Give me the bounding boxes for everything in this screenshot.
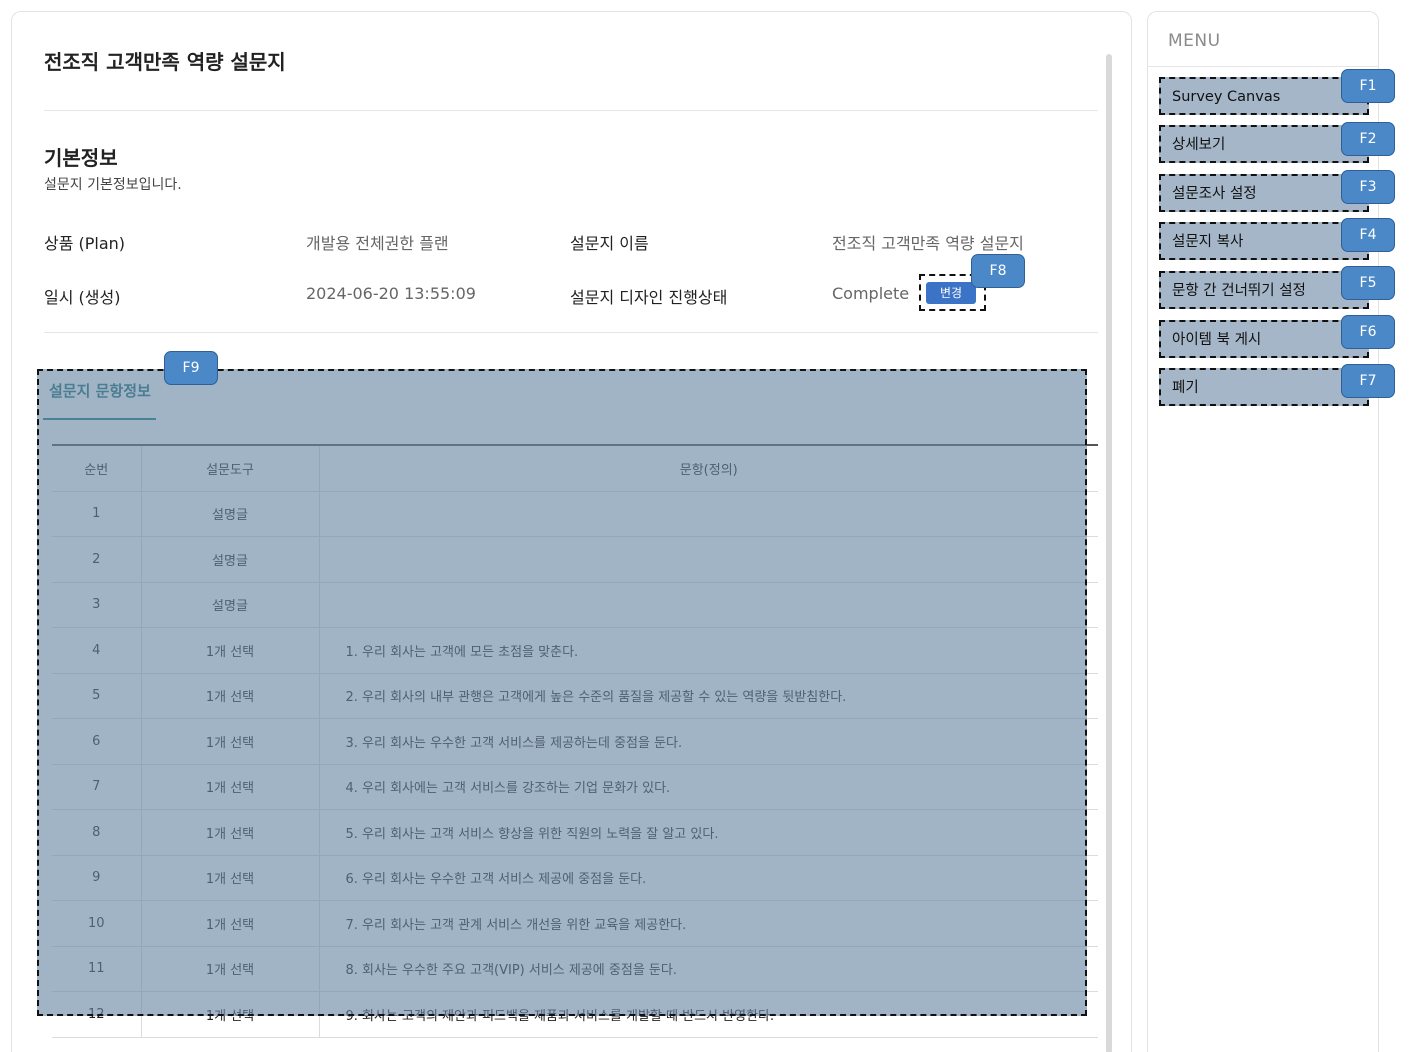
cell-no: 10 [52, 900, 142, 947]
design-status-value: Complete [832, 284, 910, 303]
cell-question: 9. 회사는 고객의 제안과 피드백을 제품과 서비스를 개발할 때 반드시 반… [319, 991, 1098, 1038]
cell-question: 5. 우리 회사는 고객 서비스 향상을 위한 직원의 노력을 잘 알고 있다. [319, 809, 1098, 856]
shortcut-badge-f9: F9 [164, 351, 218, 385]
cell-question [319, 491, 1098, 537]
table-row[interactable]: 9 1개 선택 6. 우리 회사는 우수한 고객 서비스 제공에 중점을 둔다. [52, 855, 1098, 901]
cell-question: 6. 우리 회사는 우수한 고객 서비스 제공에 중점을 둔다. [319, 855, 1098, 901]
table-row[interactable]: 7 1개 선택 4. 우리 회사에는 고객 서비스를 강조하는 기업 문화가 있다. [52, 764, 1098, 810]
survey-detail-panel: 전조직 고객만족 역량 설문지 기본정보 설문지 기본정보입니다. 상품 (Pl… [11, 11, 1132, 1052]
cell-question: 2. 우리 회사의 내부 관행은 고객에게 높은 수준의 품질을 제공할 수 있… [319, 673, 1098, 719]
table-row[interactable]: 4 1개 선택 1. 우리 회사는 고객에 모든 초점을 맞춘다. [52, 627, 1098, 674]
section-title: 기본정보 [44, 146, 118, 170]
shortcut-badge-f5: F5 [1341, 266, 1395, 300]
cell-question: 8. 회사는 우수한 주요 고객(VIP) 서비스 제공에 중점을 둔다. [319, 946, 1098, 992]
menu-item-skip-logic[interactable]: 문항 간 건너뛰기 설정 [1159, 271, 1369, 309]
table-row[interactable]: 11 1개 선택 8. 회사는 우수한 주요 고객(VIP) 서비스 제공에 중점을… [52, 946, 1098, 992]
shortcut-badge-f3: F3 [1341, 170, 1395, 204]
cell-tool: 설명글 [141, 491, 320, 537]
table-row[interactable]: 1 설명글 [52, 491, 1098, 537]
column-header-tool: 설문도구 [141, 444, 320, 492]
cell-no: 5 [52, 673, 142, 719]
created-date-label: 일시 (생성) [44, 288, 121, 307]
cell-no: 8 [52, 809, 142, 856]
column-header-no: 순번 [52, 444, 142, 492]
menu-item-discard[interactable]: 폐기 [1159, 368, 1369, 406]
menu-title: MENU [1168, 31, 1221, 51]
table-row[interactable]: 5 1개 선택 2. 우리 회사의 내부 관행은 고객에게 높은 수준의 품질을 제… [52, 673, 1098, 719]
section-subtitle: 설문지 기본정보입니다. [44, 177, 182, 193]
menu-item-publish-itembook[interactable]: 아이템 북 게시 [1159, 320, 1369, 358]
cell-no: 12 [52, 991, 142, 1038]
shortcut-badge-f2: F2 [1341, 122, 1395, 156]
table-row[interactable]: 12 1개 선택 9. 회사는 고객의 제안과 피드백을 제품과 서비스를 개발할 … [52, 991, 1098, 1038]
cell-no: 4 [52, 627, 142, 674]
menu-item-survey-settings[interactable]: 설문조사 설정 [1159, 174, 1369, 212]
survey-name-label: 설문지 이름 [570, 234, 649, 253]
created-date-value: 2024-06-20 13:55:09 [306, 284, 476, 303]
cell-question: 4. 우리 회사에는 고객 서비스를 강조하는 기업 문화가 있다. [319, 764, 1098, 810]
column-header-question: 문항(정의) [319, 444, 1098, 492]
table-row[interactable]: 3 설명글 [52, 582, 1098, 628]
shortcut-badge-f4: F4 [1341, 218, 1395, 252]
divider [44, 110, 1098, 111]
cell-no: 3 [52, 582, 142, 628]
cell-no: 1 [52, 491, 142, 537]
divider [1148, 66, 1378, 67]
cell-tool: 1개 선택 [141, 946, 320, 992]
table-row[interactable]: 8 1개 선택 5. 우리 회사는 고객 서비스 향상을 위한 직원의 노력을 잘 … [52, 809, 1098, 856]
cell-no: 7 [52, 764, 142, 810]
question-table: 순번 설문도구 문항(정의) 1 설명글 2 설명글 3 설명글 4 1개 선택 1. 우… [52, 444, 1098, 1038]
cell-tool: 1개 선택 [141, 809, 320, 856]
cell-tool: 1개 선택 [141, 991, 320, 1038]
cell-no: 6 [52, 718, 142, 765]
cell-no: 9 [52, 855, 142, 901]
main-scrollbar[interactable] [1106, 54, 1112, 1052]
cell-question [319, 536, 1098, 583]
side-menu-panel: MENU [1147, 11, 1379, 1052]
cell-question: 3. 우리 회사는 우수한 고객 서비스를 제공하는데 중점을 둔다. [319, 718, 1098, 765]
table-row[interactable]: 2 설명글 [52, 536, 1098, 583]
shortcut-badge-f8: F8 [971, 254, 1025, 288]
plan-value: 개발용 전체권한 플랜 [306, 234, 449, 253]
cell-tool: 1개 선택 [141, 673, 320, 719]
table-row[interactable]: 10 1개 선택 7. 우리 회사는 고객 관계 서비스 개선을 위한 교육을 제공… [52, 900, 1098, 947]
shortcut-badge-f7: F7 [1341, 364, 1395, 398]
menu-item-detail-view[interactable]: 상세보기 [1159, 125, 1369, 163]
tab-question-info[interactable]: 설문지 문항정보 [49, 380, 151, 401]
survey-name-value: 전조직 고객만족 역량 설문지 [832, 234, 1024, 253]
cell-no: 11 [52, 946, 142, 992]
plan-label: 상품 (Plan) [44, 234, 126, 253]
shortcut-badge-f6: F6 [1341, 315, 1395, 349]
cell-tool: 설명글 [141, 582, 320, 628]
cell-tool: 1개 선택 [141, 855, 320, 901]
menu-item-copy-survey[interactable]: 설문지 복사 [1159, 222, 1369, 260]
cell-tool: 1개 선택 [141, 900, 320, 947]
page-title: 전조직 고객만족 역량 설문지 [44, 50, 286, 74]
table-header-row: 순번 설문도구 문항(정의) [52, 444, 1098, 492]
cell-question: 1. 우리 회사는 고객에 모든 초점을 맞춘다. [319, 627, 1098, 674]
cell-question [319, 582, 1098, 628]
shortcut-badge-f1: F1 [1341, 69, 1395, 103]
divider [44, 332, 1098, 333]
table-row[interactable]: 6 1개 선택 3. 우리 회사는 우수한 고객 서비스를 제공하는데 중점을 둔다… [52, 718, 1098, 765]
cell-tool: 1개 선택 [141, 764, 320, 810]
menu-item-survey-canvas[interactable]: Survey Canvas [1159, 77, 1369, 115]
cell-no: 2 [52, 536, 142, 583]
cell-tool: 1개 선택 [141, 627, 320, 674]
design-status-label: 설문지 디자인 진행상태 [570, 288, 728, 307]
cell-tool: 설명글 [141, 536, 320, 583]
cell-tool: 1개 선택 [141, 718, 320, 765]
tab-active-indicator [43, 418, 156, 420]
cell-question: 7. 우리 회사는 고객 관계 서비스 개선을 위한 교육을 제공한다. [319, 900, 1098, 947]
